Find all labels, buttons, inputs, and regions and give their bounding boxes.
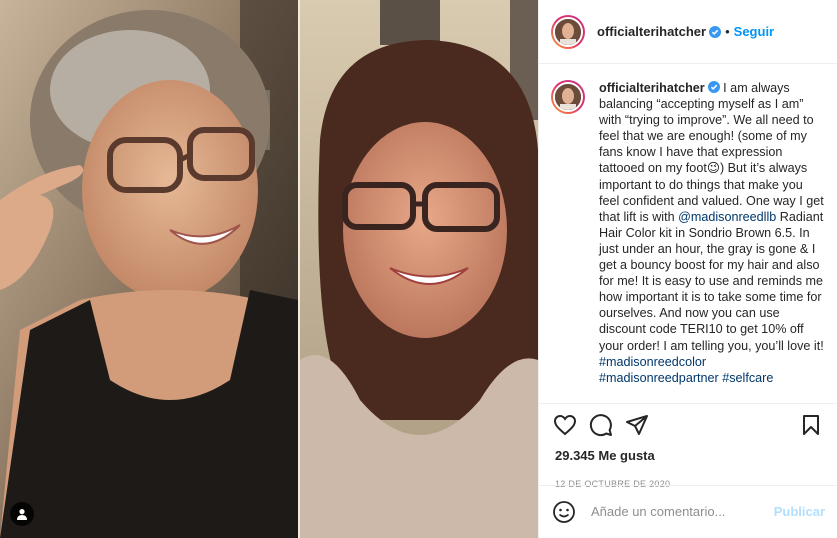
- separator-dot: •: [725, 24, 730, 39]
- profile-picture: [555, 18, 581, 45]
- comment-input[interactable]: [591, 504, 774, 519]
- mention-link[interactable]: @madisonreedllb: [678, 210, 776, 224]
- share-button[interactable]: [619, 407, 655, 443]
- post-side-panel: officialterihatcher • Seguir officialter…: [538, 0, 837, 538]
- publish-button[interactable]: Publicar: [774, 504, 825, 519]
- paper-plane-icon: [626, 415, 648, 435]
- likes-label: Me gusta: [598, 448, 655, 463]
- comment-bar: Publicar: [539, 485, 837, 537]
- caption-username[interactable]: officialterihatcher: [599, 81, 705, 95]
- save-button[interactable]: [793, 407, 829, 443]
- heart-icon: [553, 414, 577, 436]
- caption-text-part-3: Radiant Hair Color kit in Sondrio Brown …: [599, 209, 824, 353]
- profile-picture: [555, 84, 581, 110]
- post-actions: 29.345 Me gusta 12 DE OCTUBRE DE 2020 Pu…: [539, 403, 837, 537]
- smiley-icon: [553, 500, 575, 523]
- post-username[interactable]: officialterihatcher: [597, 24, 706, 39]
- hashtag-link-selfcare[interactable]: #selfcare: [722, 371, 773, 385]
- collage-image: [0, 0, 538, 538]
- likes-count[interactable]: 29.345 Me gusta: [547, 448, 829, 463]
- avatar[interactable]: [551, 14, 585, 49]
- hashtag-link-madisonreedpartner[interactable]: #madisonreedpartner: [599, 371, 719, 385]
- follow-button[interactable]: Seguir: [734, 24, 774, 39]
- wink-emoji: 😉: [706, 161, 720, 176]
- like-button[interactable]: [547, 407, 583, 443]
- post-photo[interactable]: [0, 0, 538, 538]
- verified-badge-icon: [709, 25, 722, 38]
- verified-badge-icon: [707, 81, 720, 93]
- likes-number: 29.345: [555, 448, 595, 463]
- comment-icon: [589, 414, 612, 437]
- action-icon-row: [547, 404, 829, 446]
- caption-avatar[interactable]: [551, 80, 585, 114]
- tagged-users-button[interactable]: [10, 502, 34, 526]
- caption-text: officialterihatcher I am always balancin…: [599, 80, 825, 403]
- post-header: officialterihatcher • Seguir: [539, 0, 837, 64]
- bookmark-icon: [803, 415, 819, 435]
- hashtag-link-madisonreedcolor[interactable]: #madisonreedcolor: [599, 355, 706, 369]
- emoji-button[interactable]: [551, 499, 577, 525]
- caption-area: officialterihatcher I am always balancin…: [539, 64, 837, 403]
- comment-button[interactable]: [583, 407, 619, 443]
- user-icon: [17, 509, 27, 520]
